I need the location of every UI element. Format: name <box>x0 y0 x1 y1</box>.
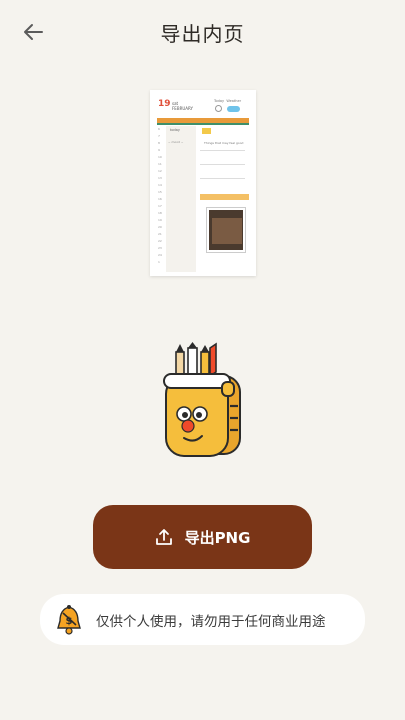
preview-washi-tape-edge <box>157 123 249 125</box>
notice-text: 仅供个人使用，请勿用于任何商业用途 <box>96 613 326 630</box>
preview-weather-label-1: Today <box>214 99 225 103</box>
preview-photo <box>206 207 246 253</box>
preview-photo-content <box>212 218 242 244</box>
preview-line <box>200 178 245 179</box>
page-title: 导出内页 <box>160 22 245 46</box>
preview-left-column <box>166 126 196 272</box>
preview-weather-labels: Today Weather <box>214 99 241 103</box>
export-button-label: 导出PNG <box>184 528 251 547</box>
preview-scribble: ~ mood ~ <box>168 140 184 144</box>
preview-sticky-note <box>202 128 211 134</box>
preview-today-label: today <box>170 128 180 132</box>
export-png-button[interactable]: 导出PNG <box>93 505 312 569</box>
preview-month: FEBRUARY <box>172 106 193 111</box>
preview-weather-icon <box>215 105 222 112</box>
preview-note-text: Things that may feel good <box>204 141 244 145</box>
bell-warning-icon: $ <box>57 604 81 635</box>
preview-line <box>200 164 245 165</box>
preview-month-label: sat FEBRUARY <box>172 101 193 111</box>
usage-notice: $ 仅供个人使用，请勿用于任何商业用途 <box>40 594 365 645</box>
preview-date-number: 19 <box>158 99 171 109</box>
preview-dot-sticker-row <box>200 194 249 200</box>
preview-line <box>200 150 245 151</box>
preview-cloud-icon <box>227 106 240 112</box>
preview-hour-numbers: 6 7 8 9 10 11 12 13 14 15 16 17 18 19 20 21 22 23 24 1 <box>158 127 162 264</box>
preview-header: 19 sat FEBRUARY Today Weather <box>158 99 248 119</box>
preview-weather-label-2: Weather <box>226 99 242 103</box>
upload-icon <box>155 529 172 545</box>
page-preview-thumbnail: 19 sat FEBRUARY Today Weather 6 7 8 9 10 11 12… <box>150 90 256 276</box>
mascot-character-icon <box>163 342 241 457</box>
top-bar: 导出内页 <box>0 0 405 64</box>
